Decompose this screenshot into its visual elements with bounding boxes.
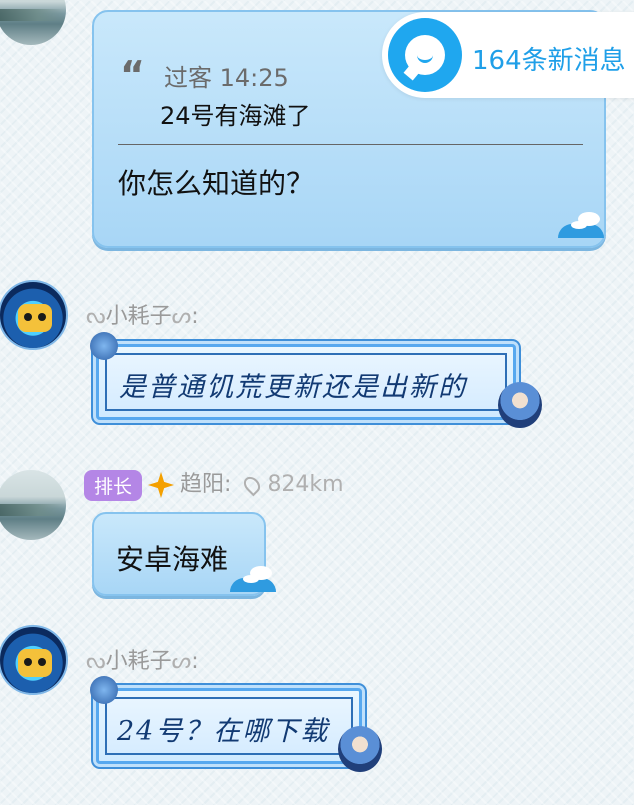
sender-name: 趋阳: bbox=[180, 472, 232, 497]
quote-divider bbox=[118, 144, 583, 145]
location-pin-icon bbox=[241, 473, 264, 497]
message-text: 安卓海难 bbox=[116, 543, 229, 576]
avatar-top[interactable] bbox=[0, 0, 66, 45]
swirl-right-icon: ᔕ bbox=[171, 304, 192, 329]
quoted-text: 24号有海滩了 bbox=[160, 102, 311, 130]
character-sticker-icon bbox=[498, 382, 542, 428]
reply-text: 你怎么知道的？ bbox=[118, 167, 315, 200]
quote-meta: 过客 14:25 bbox=[164, 58, 289, 93]
star-badge-icon bbox=[148, 472, 175, 498]
quote-mark-icon: “ bbox=[120, 53, 145, 97]
wave-decoration bbox=[230, 566, 276, 592]
message-text: 24号？在哪下载 bbox=[117, 716, 330, 747]
rank-badge: 排长 bbox=[84, 469, 143, 501]
quoted-user: 过客 bbox=[164, 64, 212, 92]
character-sticker-icon bbox=[338, 726, 382, 772]
avatar-quyang[interactable] bbox=[0, 470, 66, 540]
avatar-xiaohaozi-1[interactable] bbox=[0, 280, 68, 350]
new-messages-pill[interactable]: 164条新消息 bbox=[382, 12, 634, 98]
avatar-xiaohaozi-2[interactable] bbox=[0, 625, 68, 695]
sender-suffix: : bbox=[191, 649, 199, 674]
chat-bubble-icon bbox=[388, 18, 462, 92]
sender-name: 小耗子 bbox=[105, 649, 172, 674]
wave-decoration bbox=[558, 212, 604, 238]
frame-ornament-icon bbox=[90, 676, 118, 704]
message-text: 是普通饥荒更新还是出新的 bbox=[119, 372, 467, 403]
swirl-left-icon: ᔓ bbox=[86, 649, 106, 674]
message-bubble-3[interactable]: 24号？在哪下载 bbox=[96, 688, 362, 764]
sender-name: 小耗子 bbox=[105, 304, 172, 329]
quoted-time: 14:25 bbox=[219, 64, 289, 92]
swirl-right-icon: ᔕ bbox=[171, 649, 192, 674]
distance: 824km bbox=[267, 472, 344, 497]
frame-ornament-icon bbox=[90, 332, 118, 360]
message-bubble-1[interactable]: 是普通饥荒更新还是出新的 bbox=[96, 344, 516, 420]
sender-row-1: ᔓ小耗子ᔕ: bbox=[86, 298, 199, 330]
new-messages-label: 164条新消息 bbox=[472, 46, 626, 76]
message-bubble-2[interactable]: 安卓海难 bbox=[92, 512, 276, 596]
sender-row-2: 排长 趋阳: 824km bbox=[84, 466, 344, 501]
sender-suffix: : bbox=[191, 304, 199, 329]
swirl-left-icon: ᔓ bbox=[86, 304, 106, 329]
sender-row-3: ᔓ小耗子ᔕ: bbox=[86, 643, 199, 675]
